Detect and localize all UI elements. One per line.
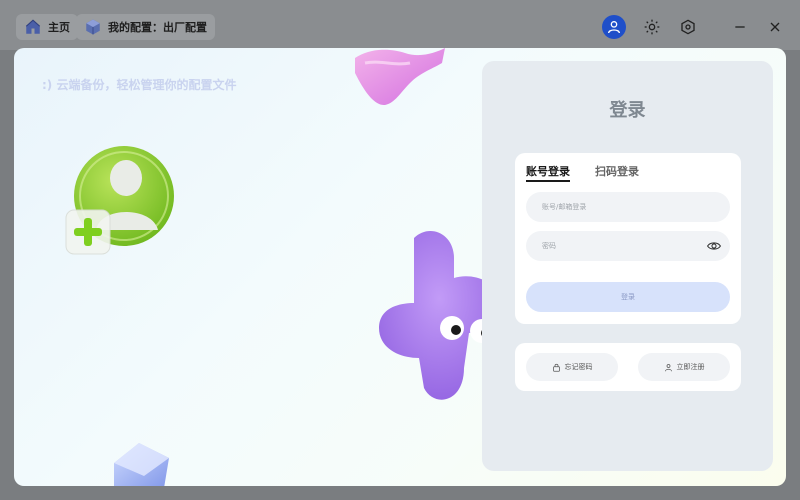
login-form-card: 账号登录 扫码登录 登录: [515, 153, 741, 324]
title-bar: 主页 我的配置：出厂配置: [0, 0, 800, 50]
home-button[interactable]: 主页: [16, 14, 78, 40]
tab-account-login[interactable]: 账号登录: [526, 163, 570, 182]
eye-icon[interactable]: [707, 240, 721, 252]
login-title: 登录: [609, 100, 646, 121]
add-user-illustration: [65, 146, 174, 255]
house-icon: [25, 19, 41, 34]
forgot-password-label: 忘记密码: [564, 363, 593, 371]
theme-toggle-button[interactable]: [640, 15, 664, 39]
user-outline-icon: [664, 363, 672, 371]
login-button[interactable]: 登录: [526, 282, 730, 312]
account-input[interactable]: [526, 192, 730, 222]
close-button[interactable]: [763, 15, 787, 39]
account-links-card: 忘记密码 立即注册: [515, 343, 741, 391]
slogan-text: :) 云端备份，轻松管理你的配置文件: [42, 78, 237, 92]
config-label: 我的配置：出厂配置: [108, 21, 207, 34]
login-panel: 登录 账号登录 扫码登录 登录 忘记密码: [482, 61, 773, 471]
user-avatar-button[interactable]: [602, 15, 626, 39]
main-window: :) 云端备份，轻松管理你的配置文件 登录 账号登录 扫码登录 账号/邮箱登录 …: [14, 48, 786, 486]
home-label: 主页: [48, 21, 70, 34]
register-label: 立即注册: [676, 363, 705, 371]
password-input[interactable]: [526, 231, 730, 261]
minimize-icon: [735, 26, 745, 28]
pink-twist-illustration: [355, 48, 445, 106]
sun-icon: [644, 19, 660, 35]
minimize-button[interactable]: [728, 15, 752, 39]
settings-icon: [681, 19, 695, 35]
tab-qr-login[interactable]: 扫码登录: [595, 163, 639, 179]
config-selector[interactable]: 我的配置：出厂配置: [76, 14, 215, 40]
close-icon: [770, 22, 780, 32]
cube-icon: [86, 19, 100, 35]
forgot-password-button[interactable]: 忘记密码: [526, 353, 618, 381]
settings-button[interactable]: [676, 15, 700, 39]
glass-cube-illustration: [114, 443, 169, 486]
lock-icon: [552, 363, 560, 372]
user-icon: [608, 21, 620, 34]
register-button[interactable]: 立即注册: [638, 353, 730, 381]
